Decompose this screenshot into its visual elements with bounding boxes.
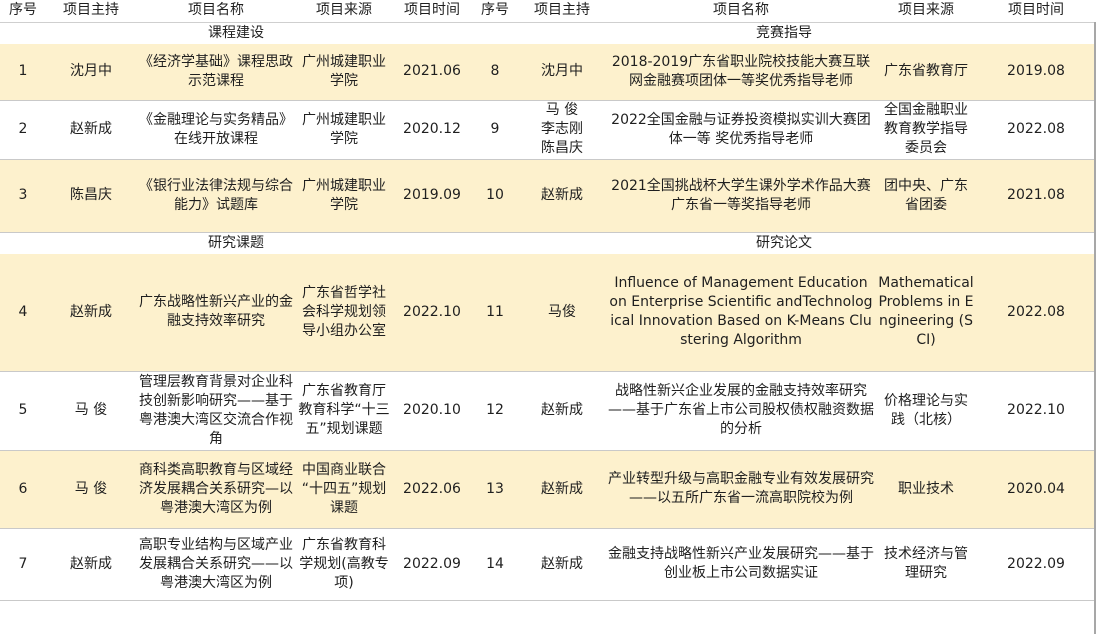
row-source-right: 价格理论与实践（北核） (876, 371, 976, 451)
row-host: 马 俊 (46, 450, 136, 529)
col-header-no: 序号 (0, 0, 46, 23)
col-header-name-right: 项目名称 (606, 0, 876, 23)
table-row: 5 马 俊 管理层教育背景对企业科技创新影响研究——基于粤港澳大湾区交流合作视角… (0, 371, 1096, 451)
table-row: 3 陈昌庆 《银行业法律法规与综合能力》试题库 广州城建职业学院 2019.09… (0, 159, 1096, 233)
col-header-time-right: 项目时间 (976, 0, 1096, 23)
table-row: 7 赵新成 高职专业结构与区域产业发展耦合关系研究——以粤港澳大湾区为例 广东省… (0, 528, 1096, 601)
row-host: 陈昌庆 (46, 159, 136, 233)
row-source: 广东省教育厅教育科学“十三五”规划课题 (296, 371, 392, 451)
row-project-name: 广东战略性新兴产业的金融支持效率研究 (136, 254, 296, 372)
row-project-name: 管理层教育背景对企业科技创新影响研究——基于粤港澳大湾区交流合作视角 (136, 371, 296, 451)
row-source: 广东省哲学社会科学规划领导小组办公室 (296, 254, 392, 372)
row-no-right: 14 (472, 528, 518, 601)
row-host-right: 赵新成 (518, 371, 606, 451)
col-header-name: 项目名称 (136, 0, 296, 23)
row-project-name: 《经济学基础》课程思政示范课程 (136, 44, 296, 101)
row-host-right: 马 俊 李志刚 陈昌庆 (518, 100, 606, 160)
row-source: 广东省教育科学规划(高教专项) (296, 528, 392, 601)
section-title-courses: 课程建设 (0, 22, 472, 44)
col-header-host-right: 项目主持 (518, 0, 606, 23)
table-row: 2 赵新成 《金融理论与实务精品》在线开放课程 广州城建职业学院 2020.12… (0, 100, 1096, 160)
row-no: 6 (0, 450, 46, 529)
row-time-right: 2020.04 (976, 450, 1096, 529)
row-project-name: 商科类高职教育与区域经济发展耦合关系研究—以粤港澳大湾区为例 (136, 450, 296, 529)
row-source: 广州城建职业学院 (296, 159, 392, 233)
row-time: 2022.09 (392, 528, 472, 601)
row-host: 沈月中 (46, 44, 136, 101)
row-source-right: 全国金融职业教育教学指导委员会 (876, 100, 976, 160)
col-header-no-right: 序号 (472, 0, 518, 23)
row-no-right: 9 (472, 100, 518, 160)
row-project-name: 高职专业结构与区域产业发展耦合关系研究——以粤港澳大湾区为例 (136, 528, 296, 601)
table-row: 6 马 俊 商科类高职教育与区域经济发展耦合关系研究—以粤港澳大湾区为例 中国商… (0, 450, 1096, 529)
header-row: 序号 项目主持 项目名称 项目来源 项目时间 序号 项目主持 项目名称 项目来源… (0, 0, 1096, 23)
row-time: 2020.12 (392, 100, 472, 160)
row-source: 广州城建职业学院 (296, 44, 392, 101)
row-host-right: 马俊 (518, 254, 606, 372)
table-row: 1 沈月中 《经济学基础》课程思政示范课程 广州城建职业学院 2021.06 8… (0, 44, 1096, 101)
row-source: 中国商业联合 “十四五”规划课题 (296, 450, 392, 529)
row-no-right: 8 (472, 44, 518, 101)
row-host-right: 沈月中 (518, 44, 606, 101)
row-time-right: 2022.10 (976, 371, 1096, 451)
row-source-right: 技术经济与管理研究 (876, 528, 976, 601)
row-project-name-right: 2022全国金融与证券投资模拟实训大赛团体一等 奖优秀指导老师 (606, 100, 876, 160)
row-source-right: 职业技术 (876, 450, 976, 529)
row-source: 广州城建职业学院 (296, 100, 392, 160)
row-time-right: 2022.08 (976, 100, 1096, 160)
row-no: 5 (0, 371, 46, 451)
col-header-source: 项目来源 (296, 0, 392, 23)
row-project-name-right: 金融支持战略性新兴产业发展研究——基于创业板上市公司数据实证 (606, 528, 876, 601)
row-time: 2022.06 (392, 450, 472, 529)
row-no: 7 (0, 528, 46, 601)
row-source-right: 团中央、广东省团委 (876, 159, 976, 233)
row-time: 2019.09 (392, 159, 472, 233)
row-host: 赵新成 (46, 100, 136, 160)
row-no-right: 13 (472, 450, 518, 529)
row-host-right: 赵新成 (518, 528, 606, 601)
row-no: 1 (0, 44, 46, 101)
row-project-name-right: 战略性新兴企业发展的金融支持效率研究——基于广东省上市公司股权债权融资数据的分析 (606, 371, 876, 451)
row-no: 4 (0, 254, 46, 372)
section-row: 课程建设 竞赛指导 (0, 22, 1096, 44)
col-header-host: 项目主持 (46, 0, 136, 23)
row-project-name-right: 2018-2019广东省职业院校技能大赛互联网金融赛项团体一等奖优秀指导老师 (606, 44, 876, 101)
section-title-research: 研究课题 (0, 232, 472, 254)
row-time-right: 2021.08 (976, 159, 1096, 233)
row-project-name-right: 2021全国挑战杯大学生课外学术作品大赛广东省一等奖指导老师 (606, 159, 876, 233)
row-source-right: Mathematical Problems in Engineering (SC… (876, 254, 976, 372)
row-source-right: 广东省教育厅 (876, 44, 976, 101)
project-table: 序号 项目主持 项目名称 项目来源 项目时间 序号 项目主持 项目名称 项目来源… (0, 0, 1096, 601)
row-no-right: 12 (472, 371, 518, 451)
row-time: 2020.10 (392, 371, 472, 451)
row-host: 赵新成 (46, 254, 136, 372)
section-title-competition: 竞赛指导 (472, 22, 1096, 44)
row-no: 2 (0, 100, 46, 160)
section-title-papers: 研究论文 (472, 232, 1096, 254)
row-project-name: 《银行业法律法规与综合能力》试题库 (136, 159, 296, 233)
row-host-right: 赵新成 (518, 450, 606, 529)
table-row: 4 赵新成 广东战略性新兴产业的金融支持效率研究 广东省哲学社会科学规划领导小组… (0, 254, 1096, 372)
row-time: 2022.10 (392, 254, 472, 372)
row-no-right: 11 (472, 254, 518, 372)
row-host-right: 赵新成 (518, 159, 606, 233)
document-page: 序号 项目主持 项目名称 项目来源 项目时间 序号 项目主持 项目名称 项目来源… (0, 0, 1096, 634)
row-time: 2021.06 (392, 44, 472, 101)
row-project-name-right: Influence of Management Education on Ent… (606, 254, 876, 372)
col-header-time: 项目时间 (392, 0, 472, 23)
row-host: 赵新成 (46, 528, 136, 601)
row-no: 3 (0, 159, 46, 233)
row-time-right: 2022.09 (976, 528, 1096, 601)
row-time-right: 2022.08 (976, 254, 1096, 372)
row-project-name-right: 产业转型升级与高职金融专业有效发展研究——以五所广东省一流高职院校为例 (606, 450, 876, 529)
row-no-right: 10 (472, 159, 518, 233)
section-row: 研究课题 研究论文 (0, 232, 1096, 254)
col-header-source-right: 项目来源 (876, 0, 976, 23)
row-host: 马 俊 (46, 371, 136, 451)
row-time-right: 2019.08 (976, 44, 1096, 101)
row-project-name: 《金融理论与实务精品》在线开放课程 (136, 100, 296, 160)
